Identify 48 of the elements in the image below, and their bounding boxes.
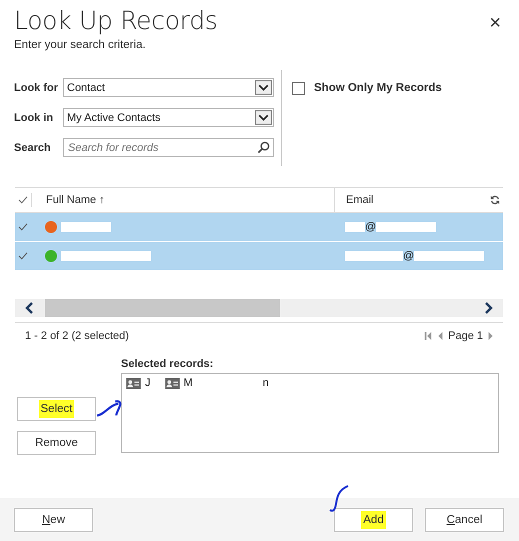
grid-row[interactable]: @ [15,213,503,242]
look-for-label: Look for [14,82,59,94]
checkbox[interactable] [292,82,305,94]
page-number: Page 1 [448,330,483,342]
search-field[interactable]: Search for records [63,138,274,157]
search-label: Search [14,142,52,154]
email-fragment: @ [403,250,414,262]
check-icon [18,223,28,231]
look-in-dropdown[interactable]: My Active Contacts [63,108,274,127]
name-fragment: J [145,377,150,389]
footer-button[interactable]: Add [334,508,413,532]
redaction-bar [414,251,484,261]
dialog-title: Look Up Records [14,6,218,35]
scroll-left-icon[interactable] [25,302,35,314]
close-button[interactable]: × [485,10,505,36]
search-icon [257,141,270,154]
redaction-bar [345,251,403,261]
scrollbar-thumb[interactable] [45,299,280,317]
column-header[interactable]: Email [346,194,374,206]
look-for-dropdown[interactable]: Contact [63,78,274,97]
email-fragment: @ [365,221,376,233]
scroll-right-icon[interactable] [483,302,493,314]
select-all-check-icon[interactable] [18,196,28,204]
name-fragment: M [184,377,193,389]
column-header[interactable]: Full Name ↑ [46,194,105,206]
look-in-label: Look in [14,112,54,124]
footer-button[interactable]: New [14,508,93,532]
check-icon [18,252,28,260]
checkbox-label: Show Only My Records [314,82,442,94]
first-page-icon[interactable] [424,331,432,341]
previous-page-icon[interactable] [436,331,444,341]
chevron-down-icon [255,110,272,125]
selected-records-label: Selected records: [121,358,214,372]
contact-card-icon [126,378,141,388]
refresh-icon[interactable] [490,195,500,205]
redaction-bar [345,222,365,232]
remove-button[interactable]: Remove [17,431,96,455]
redaction-bar [61,222,111,232]
record-count: 1 - 2 of 2 (2 selected) [25,330,129,342]
redaction-bar [376,222,436,232]
name-fragment: n [262,377,269,389]
next-page-icon[interactable] [487,331,495,341]
chevron-down-icon [255,80,272,95]
contact-card-icon [164,378,180,388]
select-button[interactable]: Select [17,397,96,421]
dialog-subtitle: Enter your search criteria. [14,39,147,51]
grid-row[interactable]: @ [15,242,503,271]
footer-button[interactable]: Cancel [425,508,504,532]
